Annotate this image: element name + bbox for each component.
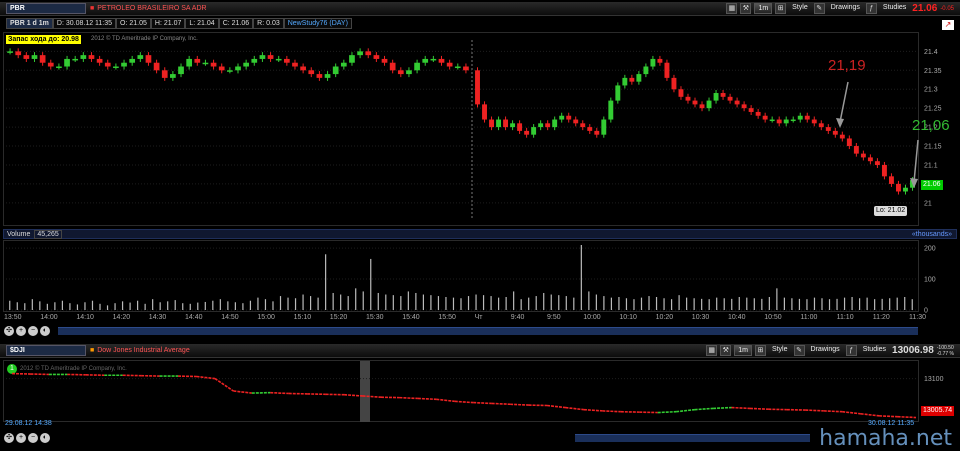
dji-line-segment [399, 396, 418, 400]
dji-line-segment [196, 375, 216, 380]
dji-line-segment [546, 404, 566, 409]
dji-line-segment [270, 391, 289, 395]
dji-line-segment [860, 412, 880, 417]
dji-zoom-reset-icon[interactable]: ◐ [40, 433, 50, 443]
dji-line-segment [879, 415, 898, 418]
watermark: hamaha.net [819, 426, 952, 451]
dji-zoom-in-icon[interactable]: + [16, 433, 26, 443]
dji-zoom-controls: ✣ + − ◐ [4, 433, 50, 443]
dji-line-segment [676, 408, 695, 413]
dji-line-segment [344, 393, 363, 397]
dji-line-segment [731, 406, 750, 410]
dji-chart: 13100 [6, 372, 944, 419]
dji-start-date: 29.08.12 14:38 [5, 420, 52, 427]
dji-line-segment [214, 377, 234, 392]
dji-line-segment [897, 415, 917, 419]
dji-line-segment [417, 397, 437, 401]
dji-zoom-out-icon[interactable]: − [28, 433, 38, 443]
dji-zoom-fit-icon[interactable]: ✣ [4, 433, 14, 443]
dji-tick-label: 13100 [924, 376, 944, 383]
dji-line-segment [454, 400, 474, 404]
dji-line-segment [694, 407, 714, 411]
dji-line-segment [510, 403, 529, 406]
dji-line-segment [657, 410, 677, 414]
dji-line-segment [805, 409, 824, 412]
dji-line-segment [749, 407, 769, 411]
dji-line-segment [473, 401, 492, 405]
dji-line-segment [602, 410, 621, 413]
dji-price-label: 13005.74 [921, 406, 955, 416]
dji-line-segment [713, 406, 732, 410]
dji-line-segment [583, 408, 603, 412]
dji-line-segment [823, 410, 843, 413]
dji-line-segment [565, 406, 585, 411]
dji-line-segment [491, 402, 511, 406]
dji-line-segment [842, 410, 861, 415]
dji-scrollbar[interactable] [575, 434, 810, 442]
dji-line-segment [436, 398, 455, 403]
dji-line-segment [233, 390, 252, 394]
dji-line-segment [362, 395, 382, 399]
